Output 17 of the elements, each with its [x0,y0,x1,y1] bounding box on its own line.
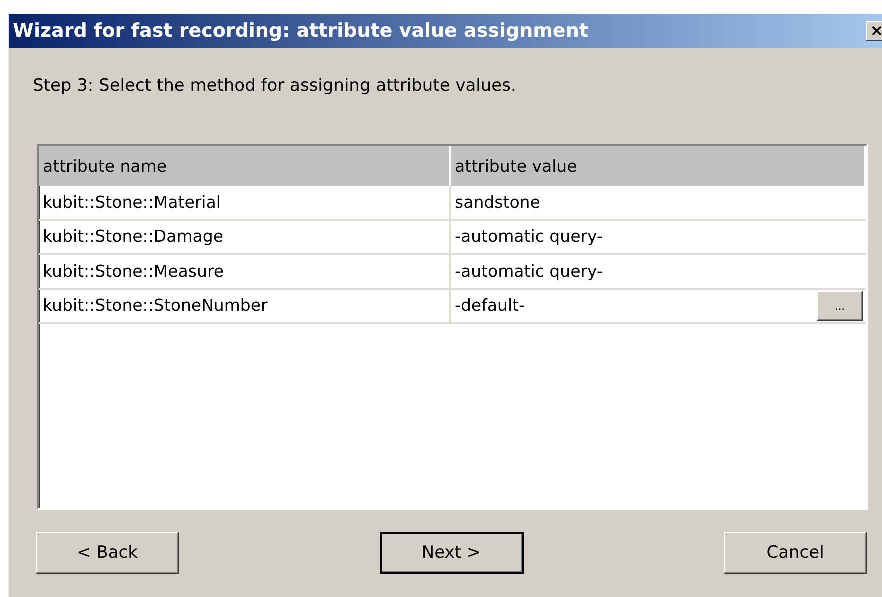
wizard-button[interactable]: Cancel [724,532,867,574]
table-cell: kubit::Stone::Material [39,186,451,220]
window-title: Wizard for fast recording: attribute value assignment [13,20,588,42]
close-button[interactable]: × [866,21,882,41]
browse-button[interactable]: ... [817,290,863,321]
table-cell: kubit::Stone::Measure [39,255,451,290]
table-cell: kubit::Stone::StoneNumber [39,290,451,324]
column-header[interactable]: attribute value [451,146,866,186]
instruction-text: Step 3: Select the method for assigning attribute values. [33,76,518,96]
table-cell: -automatic query- [455,227,603,246]
wizard-button[interactable]: Next > [380,532,524,574]
table-cell: kubit::Stone::Damage [39,220,451,255]
wizard-button[interactable]: < Back [36,532,179,574]
table-cell: sandstone [455,192,540,212]
table-cell: -automatic query- [455,262,603,281]
table-cell: -default- [455,296,525,316]
column-header[interactable]: attribute name [39,146,451,186]
